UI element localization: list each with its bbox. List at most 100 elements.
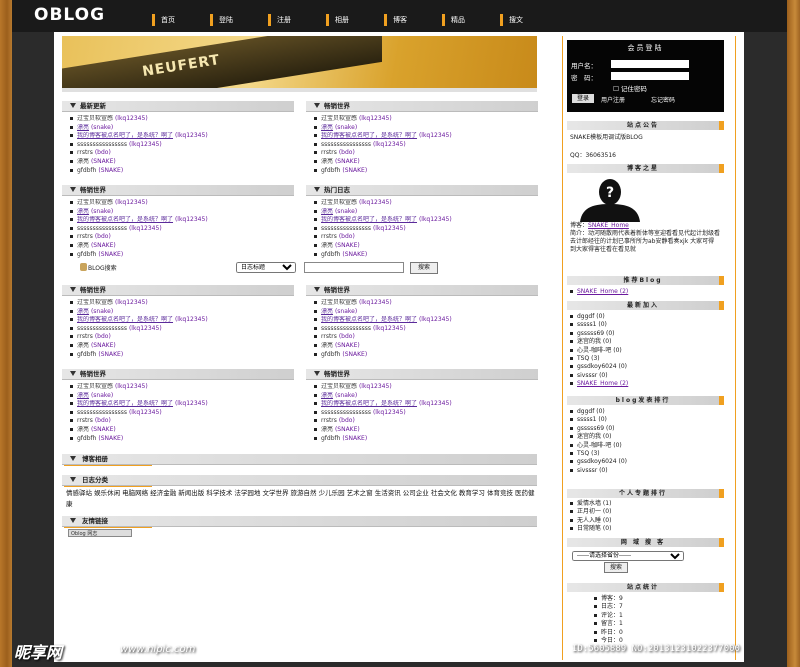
list-item[interactable]: sssss1 (0) [570, 321, 628, 329]
list-item[interactable]: 我的博客被点名吧了，是系统？啊了 (lkq12345) [314, 316, 538, 325]
list-item[interactable]: sssss1 (0) [570, 416, 627, 424]
list-item[interactable]: 漂亮 (SNAKE) [70, 342, 294, 351]
list-item[interactable]: 漂亮 (SNAKE) [314, 158, 538, 167]
list-item[interactable]: SNAKE_Home (2) [570, 288, 628, 296]
list-item[interactable]: 漂亮 (snake) [314, 208, 538, 217]
list-item[interactable]: dggdf (0) [570, 313, 628, 321]
list-item[interactable]: 漂亮 (SNAKE) [314, 426, 538, 435]
list-item[interactable]: 无人入睡 (0) [570, 517, 611, 525]
nav-home[interactable]: 首页 [152, 14, 210, 26]
list-item[interactable]: 漂亮 (SNAKE) [70, 158, 294, 167]
friend-link-badge[interactable]: Oblog 网志 [68, 529, 132, 537]
list-item[interactable]: gfdbfh (SNAKE) [314, 351, 538, 360]
province-select[interactable]: ------请选择省份------ [572, 551, 684, 561]
list-item[interactable]: rrstrs (bdo) [314, 417, 538, 426]
list-item[interactable]: 心灵-咖啡-吧 (0) [570, 347, 628, 355]
list-item[interactable]: 我的博客被点名吧了，是系统？啊了 (lkq12345) [70, 132, 294, 141]
list-item[interactable]: 过宝贝软宣感 (lkq12345) [314, 299, 538, 308]
list-item[interactable]: 漂亮 (snake) [314, 308, 538, 317]
list-item[interactable]: gfdbfh (SNAKE) [314, 167, 538, 176]
list-item[interactable]: rrstrs (bdo) [314, 333, 538, 342]
list-item[interactable]: 我的博客被点名吧了，是系统？啊了 (lkq12345) [70, 400, 294, 409]
list-item[interactable]: 过宝贝软宣感 (lkq12345) [314, 383, 538, 392]
list-item[interactable]: 日志：7 [594, 603, 623, 611]
list-item[interactable]: ssssssssssssssss (lkq12345) [314, 325, 538, 334]
list-item[interactable]: 我的博客被点名吧了，是系统？啊了 (lkq12345) [314, 400, 538, 409]
list-item[interactable]: 漂亮 (snake) [70, 208, 294, 217]
list-item[interactable]: 过宝贝软宣感 (lkq12345) [70, 115, 294, 124]
search-type-select[interactable]: 日志标题 [236, 262, 296, 273]
list-item[interactable]: 过宝贝软宣感 (lkq12345) [70, 383, 294, 392]
forgot-password-link[interactable]: 忘记密码 [651, 95, 675, 104]
list-item[interactable]: 日常随笔 (0) [570, 525, 611, 533]
list-item[interactable]: sivsssr (0) [570, 467, 627, 475]
list-item[interactable]: ssssssssssssssss (lkq12345) [314, 141, 538, 150]
list-item[interactable]: 留言：1 [594, 620, 623, 628]
list-item[interactable]: gssdkoy6024 (0) [570, 363, 628, 371]
remember-checkbox[interactable]: ☐ 记住密码 [613, 83, 647, 93]
list-item[interactable]: sivsssr (0) [570, 372, 628, 380]
list-item[interactable]: 过宝贝软宣感 (lkq12345) [70, 199, 294, 208]
password-field[interactable] [611, 72, 689, 80]
list-item[interactable]: gfdbfh (SNAKE) [70, 251, 294, 260]
list-item[interactable]: 漂亮 (snake) [70, 392, 294, 401]
list-item[interactable]: ssssssssssssssss (lkq12345) [70, 325, 294, 334]
list-item[interactable]: ssssssssssssssss (lkq12345) [314, 225, 538, 234]
nav-search[interactable]: 搜文 [500, 14, 558, 26]
list-item[interactable]: gfdbfh (SNAKE) [70, 167, 294, 176]
list-item[interactable]: ssssssssssssssss (lkq12345) [70, 225, 294, 234]
list-item[interactable]: 过宝贝软宣感 (lkq12345) [314, 115, 538, 124]
list-item[interactable]: ssssssssssssssss (lkq12345) [70, 141, 294, 150]
list-item[interactable]: gfdbfh (SNAKE) [70, 351, 294, 360]
list-item[interactable]: rrstrs (bdo) [70, 233, 294, 242]
search-input[interactable] [304, 262, 404, 273]
list-item[interactable]: gsssss69 (0) [570, 425, 627, 433]
list-item[interactable]: 过宝贝软宣感 (lkq12345) [314, 199, 538, 208]
star-blog-link[interactable]: SNAKE_Home [588, 222, 629, 229]
list-item[interactable]: 心灵-咖啡-吧 (0) [570, 442, 627, 450]
list-item[interactable]: rrstrs (bdo) [70, 149, 294, 158]
nav-login[interactable]: 登陆 [210, 14, 268, 26]
login-button[interactable]: 登录 [572, 94, 594, 103]
nav-album[interactable]: 相册 [326, 14, 384, 26]
register-link[interactable]: 用户注册 [601, 95, 625, 104]
list-item[interactable]: 漂亮 (SNAKE) [70, 426, 294, 435]
list-item[interactable]: TSQ (3) [570, 450, 627, 458]
list-item[interactable]: gssdkoy6024 (0) [570, 458, 627, 466]
list-item[interactable]: 我的博客被点名吧了，是系统？啊了 (lkq12345) [70, 216, 294, 225]
list-item[interactable]: rrstrs (bdo) [70, 333, 294, 342]
list-item[interactable]: 我的博客被点名吧了，是系统？啊了 (lkq12345) [70, 316, 294, 325]
list-item[interactable]: dggdf (0) [570, 408, 627, 416]
list-item[interactable]: 正月初一 (0) [570, 508, 611, 516]
list-item[interactable]: rrstrs (bdo) [314, 149, 538, 158]
list-item[interactable]: gfdbfh (SNAKE) [314, 435, 538, 444]
search-button[interactable]: 搜索 [410, 262, 438, 274]
nav-blog[interactable]: 博客 [384, 14, 442, 26]
list-item[interactable]: 漂亮 (SNAKE) [70, 242, 294, 251]
category-list[interactable]: 情感驿站 娱乐休闲 电脑网络 经济金融 新闻出版 科学技术 法学园地 文学世界 … [66, 488, 536, 510]
list-item[interactable]: ssssssssssssssss (lkq12345) [70, 409, 294, 418]
list-item[interactable]: gfdbfh (SNAKE) [314, 251, 538, 260]
list-item[interactable]: SNAKE_Home (2) [570, 380, 628, 388]
list-item[interactable]: rrstrs (bdo) [70, 417, 294, 426]
list-item[interactable]: 过宝贝软宣感 (lkq12345) [70, 299, 294, 308]
list-item[interactable]: TSQ (3) [570, 355, 628, 363]
list-item[interactable]: 迷宫的我 (0) [570, 433, 627, 441]
list-item[interactable]: 漂亮 (snake) [70, 124, 294, 133]
list-item[interactable]: rrstrs (bdo) [314, 233, 538, 242]
list-item[interactable]: 漂亮 (SNAKE) [314, 242, 538, 251]
username-field[interactable] [611, 60, 689, 68]
list-item[interactable]: 漂亮 (SNAKE) [314, 342, 538, 351]
list-item[interactable]: 评论：1 [594, 612, 623, 620]
list-item[interactable]: 迷宫的我 (0) [570, 338, 628, 346]
station-search-button[interactable]: 搜索 [604, 562, 628, 573]
list-item[interactable]: 我的博客被点名吧了，是系统？啊了 (lkq12345) [314, 132, 538, 141]
list-item[interactable]: gfdbfh (SNAKE) [70, 435, 294, 444]
list-item[interactable]: 漂亮 (snake) [314, 124, 538, 133]
list-item[interactable]: 我的博客被点名吧了，是系统？啊了 (lkq12345) [314, 216, 538, 225]
list-item[interactable]: 漂亮 (snake) [314, 392, 538, 401]
list-item[interactable]: 漂亮 (snake) [70, 308, 294, 317]
list-item[interactable]: gsssss69 (0) [570, 330, 628, 338]
nav-register[interactable]: 注册 [268, 14, 326, 26]
nav-featured[interactable]: 精品 [442, 14, 500, 26]
